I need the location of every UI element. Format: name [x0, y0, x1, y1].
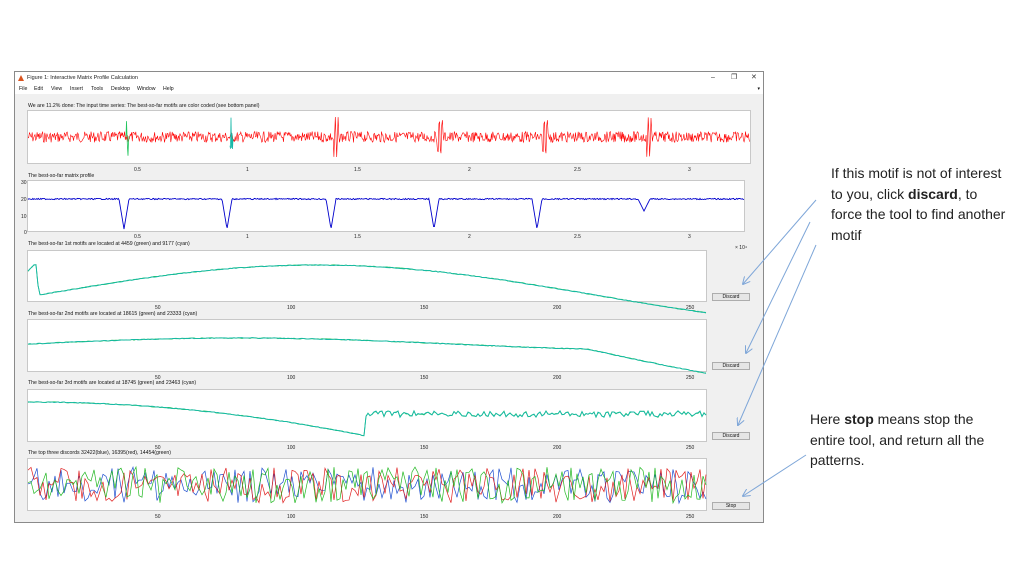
- discard-button-1[interactable]: Discard: [712, 293, 750, 301]
- discords-xtick: 250: [686, 514, 695, 520]
- profile-ytick: 20: [21, 197, 27, 203]
- discard-button-3[interactable]: Discard: [712, 432, 750, 440]
- close-button[interactable]: ✕: [751, 73, 757, 83]
- series-axes: [27, 110, 751, 164]
- discords-xtick: 200: [553, 514, 562, 520]
- matrix-profile-line: [27, 197, 745, 230]
- motif1-green-line: [27, 264, 707, 314]
- discard-button-2[interactable]: Discard: [712, 362, 750, 370]
- motif2-xtick: 250: [686, 375, 695, 381]
- stop-callout-bold: stop: [844, 411, 874, 427]
- series-xtick: 2: [468, 167, 471, 173]
- menu-overflow-icon[interactable]: ▾: [757, 86, 760, 92]
- discords-panel-title: The top three discords 32422(blue), 1639…: [28, 450, 172, 456]
- discords-plot: [27, 465, 707, 505]
- motif1-cyan-line: [27, 264, 707, 313]
- discard-callout-bold: discard: [908, 185, 958, 202]
- stop-callout: Here stop means stop the entire tool, an…: [810, 409, 1000, 471]
- menu-window[interactable]: Window: [137, 86, 155, 92]
- motif3-plot: [27, 401, 707, 437]
- discords-axes: [27, 458, 707, 511]
- motif1-plot: [27, 264, 707, 314]
- motif2-plot: [27, 337, 707, 374]
- stop-callout-prefix: Here: [810, 411, 845, 427]
- discords-xtick: 150: [420, 514, 429, 520]
- motif3-xtick: 200: [553, 445, 562, 451]
- series-xtick: 3: [688, 167, 691, 173]
- motif3-cyan-line: [27, 401, 707, 437]
- motif3-axes: [27, 389, 707, 442]
- series-xtick: 1.5: [354, 167, 361, 173]
- series-panel-title: We are 11.2% done: The input time series…: [28, 103, 260, 109]
- profile-xtick: 0.5: [134, 234, 141, 240]
- motif-cyan-highlight: [229, 117, 234, 150]
- time-series-plot: [27, 116, 750, 158]
- motif2-panel-title: The best-so-far 2nd motifs are located a…: [28, 311, 198, 317]
- motif1-axes: [27, 250, 707, 314]
- menu-edit[interactable]: Edit: [34, 86, 43, 92]
- menu-view[interactable]: View: [51, 86, 62, 92]
- stop-button[interactable]: Stop: [712, 502, 750, 510]
- discords-xtick: 100: [287, 514, 296, 520]
- discords-xtick: 50: [155, 514, 161, 520]
- motif2-axes: [27, 319, 707, 374]
- series-xtick: 0.5: [134, 167, 141, 173]
- profile-x-exponent: × 10⁴: [735, 245, 748, 251]
- profile-ytick: 30: [21, 180, 27, 186]
- menu-help[interactable]: Help: [163, 86, 174, 92]
- motif2-green-line: [28, 337, 706, 374]
- menu-insert[interactable]: Insert: [70, 86, 83, 92]
- profile-xtick: 1.5: [354, 234, 361, 240]
- window-title: Figure 1: Interactive Matrix Profile Cal…: [27, 75, 138, 81]
- discard-callout: If this motif is not of interest to you,…: [831, 163, 1011, 245]
- profile-xtick: 1: [246, 234, 249, 240]
- series-xtick: 2.5: [574, 167, 581, 173]
- input-series-line: [27, 116, 750, 158]
- motif3-green-line: [27, 401, 707, 437]
- minimize-button[interactable]: –: [711, 73, 715, 83]
- profile-xtick: 2.5: [574, 234, 581, 240]
- maximize-button[interactable]: ❐: [731, 73, 737, 83]
- motif3-xtick: 100: [287, 445, 296, 451]
- motif3-xtick: 150: [420, 445, 429, 451]
- motif3-xtick: 250: [686, 445, 695, 451]
- matrix-profile-plot: [27, 197, 745, 230]
- title-bar: Figure 1: Interactive Matrix Profile Cal…: [15, 72, 763, 84]
- motif2-xtick: 150: [420, 375, 429, 381]
- motif2-xtick: 100: [287, 375, 296, 381]
- profile-ytick: 10: [21, 214, 27, 220]
- motif1-xtick: 200: [553, 305, 562, 311]
- series-xtick: 1: [246, 167, 249, 173]
- motif1-xtick: 100: [287, 305, 296, 311]
- menu-tools[interactable]: Tools: [91, 86, 103, 92]
- menu-desktop[interactable]: Desktop: [111, 86, 130, 92]
- profile-xtick: 2: [468, 234, 471, 240]
- motif1-panel-title: The best-so-far 1st motifs are located a…: [28, 241, 190, 247]
- profile-axes: [27, 180, 745, 232]
- motif1-xtick: 250: [686, 305, 695, 311]
- motif3-panel-title: The best-so-far 3rd motifs are located a…: [28, 380, 197, 386]
- motif1-xtick: 150: [420, 305, 429, 311]
- motif2-xtick: 200: [553, 375, 562, 381]
- figure-canvas: We are 11.2% done: The input time series…: [15, 94, 763, 522]
- matlab-icon: [18, 75, 24, 81]
- menu-file[interactable]: File: [19, 86, 27, 92]
- motif2-cyan-line: [27, 337, 707, 374]
- profile-xtick: 3: [688, 234, 691, 240]
- menu-bar: File Edit View Insert Tools Desktop Wind…: [15, 84, 763, 94]
- profile-panel-title: The best-so-far matrix profile: [28, 173, 95, 179]
- figure-window: Figure 1: Interactive Matrix Profile Cal…: [14, 71, 764, 523]
